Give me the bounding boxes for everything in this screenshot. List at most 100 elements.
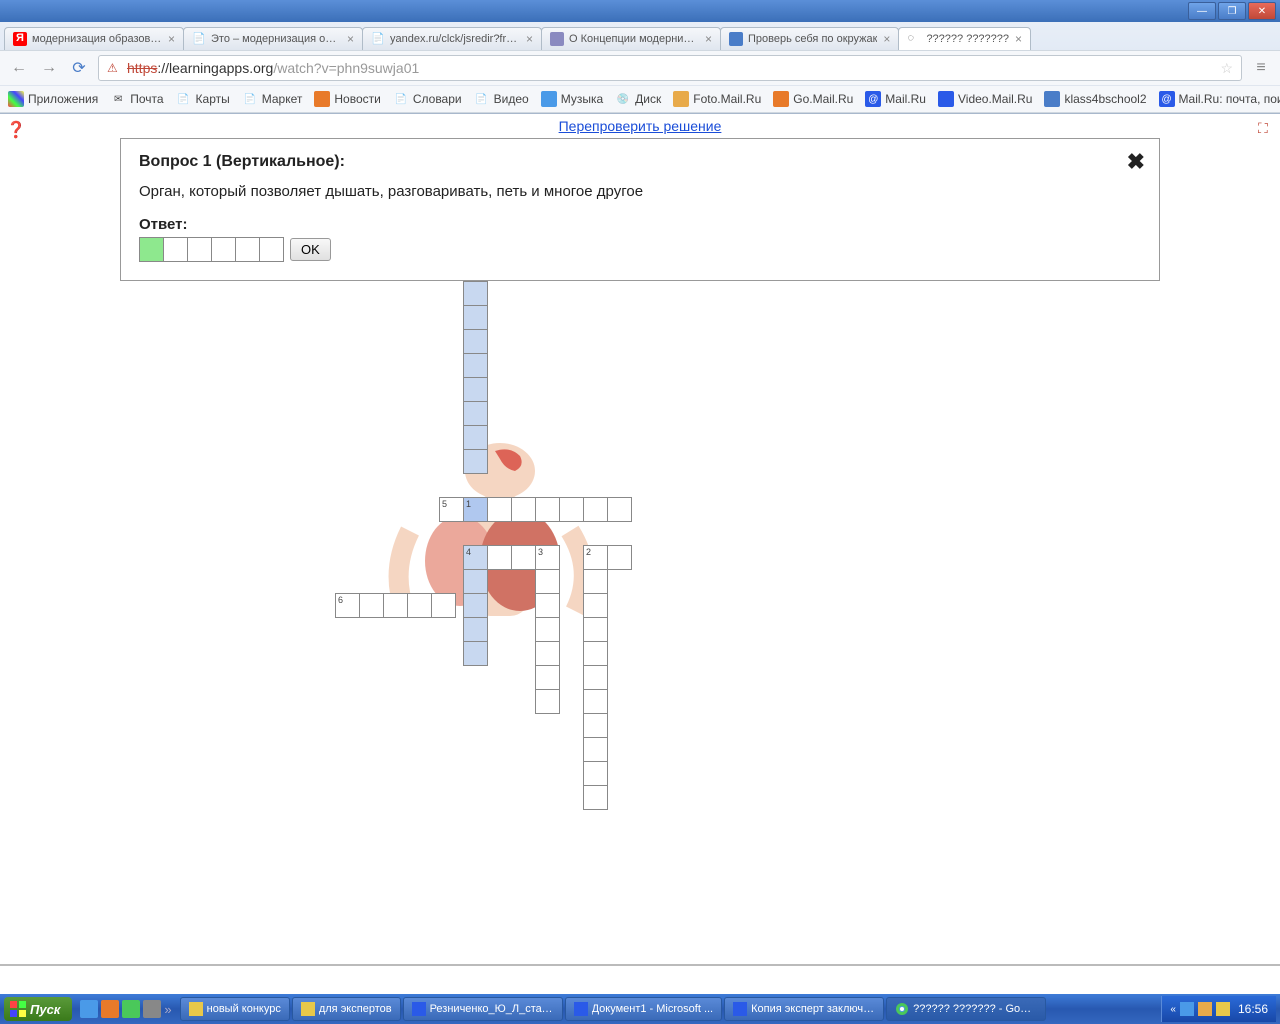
cw-cell[interactable]	[583, 713, 608, 738]
cw-cell[interactable]	[487, 545, 512, 570]
cw-cell[interactable]	[535, 689, 560, 714]
cw-cell[interactable]	[607, 497, 632, 522]
reload-button[interactable]: ⟳	[68, 57, 90, 79]
tab-5-active[interactable]: ◌?????? ???????×	[898, 27, 1031, 50]
cw-cell[interactable]	[463, 281, 488, 306]
cw-cell[interactable]	[535, 617, 560, 642]
bookmark-maps[interactable]: 📄Карты	[176, 91, 230, 107]
cw-cell[interactable]	[463, 449, 488, 474]
task-chrome-active[interactable]: ?????? ??????? - Goog...	[886, 997, 1046, 1021]
cw-cell[interactable]	[535, 665, 560, 690]
cw-cell[interactable]	[583, 785, 608, 810]
cw-cell[interactable]	[535, 641, 560, 666]
cw-cell[interactable]	[463, 641, 488, 666]
answer-cell-4[interactable]	[235, 237, 260, 262]
cw-cell[interactable]	[607, 545, 632, 570]
ql-app-icon[interactable]	[122, 1000, 140, 1018]
cw-cell[interactable]	[583, 593, 608, 618]
tab-0[interactable]: Ямодернизация образован×	[4, 27, 184, 50]
cw-cell[interactable]	[407, 593, 432, 618]
task-word-2[interactable]: Копия эксперт заключ....	[724, 997, 884, 1021]
cw-cell[interactable]	[583, 569, 608, 594]
cw-cell[interactable]	[463, 593, 488, 618]
cw-cell[interactable]	[487, 497, 512, 522]
tab-close-icon[interactable]: ×	[1015, 32, 1022, 46]
answer-cell-5[interactable]	[259, 237, 284, 262]
cw-cell[interactable]	[359, 593, 384, 618]
cw-cell[interactable]	[383, 593, 408, 618]
answer-cell-3[interactable]	[211, 237, 236, 262]
cw-cell-1[interactable]: 1	[463, 497, 488, 522]
help-icon[interactable]: ❓	[6, 120, 28, 142]
bookmark-star-icon[interactable]: ☆	[1220, 60, 1233, 77]
tray-clock[interactable]: 16:56	[1238, 1002, 1268, 1016]
tray-icon[interactable]	[1198, 1002, 1212, 1016]
start-button[interactable]: Пуск	[4, 997, 72, 1021]
minimize-button[interactable]: —	[1188, 2, 1216, 20]
cw-cell[interactable]	[583, 497, 608, 522]
ql-desktop-icon[interactable]	[143, 1000, 161, 1018]
task-folder-0[interactable]: новый конкурс	[180, 997, 290, 1021]
ql-ie-icon[interactable]	[80, 1000, 98, 1018]
ql-expand-icon[interactable]: »	[164, 1002, 171, 1017]
cw-cell[interactable]	[583, 617, 608, 642]
bookmark-go[interactable]: Go.Mail.Ru	[773, 91, 853, 107]
cw-cell-4[interactable]: 4	[463, 545, 488, 570]
tab-2[interactable]: 📄yandex.ru/clck/jsredir?from×	[362, 27, 542, 50]
cw-cell[interactable]	[535, 593, 560, 618]
question-close-button[interactable]: ✖	[1127, 149, 1145, 175]
cw-cell[interactable]	[463, 353, 488, 378]
cw-cell-6[interactable]: 6	[335, 593, 360, 618]
tab-close-icon[interactable]: ×	[883, 32, 890, 46]
cw-cell[interactable]	[535, 497, 560, 522]
tab-close-icon[interactable]: ×	[347, 32, 354, 46]
task-folder-1[interactable]: для экспертов	[292, 997, 401, 1021]
tab-close-icon[interactable]: ×	[168, 32, 175, 46]
cw-cell[interactable]	[463, 425, 488, 450]
cw-cell[interactable]	[463, 305, 488, 330]
cw-cell[interactable]	[583, 737, 608, 762]
cw-cell-2[interactable]: 2	[583, 545, 608, 570]
bookmark-news[interactable]: Новости	[314, 91, 380, 107]
cw-cell[interactable]	[583, 761, 608, 786]
tab-4[interactable]: Проверь себя по окружак×	[720, 27, 899, 50]
bookmark-mailru[interactable]: @Mail.Ru	[865, 91, 926, 107]
ql-firefox-icon[interactable]	[101, 1000, 119, 1018]
tray-icon[interactable]	[1216, 1002, 1230, 1016]
url-bar[interactable]: ⚠ https://learningapps.org/watch?v=phn9s…	[98, 55, 1242, 81]
bookmark-dict[interactable]: 📄Словари	[393, 91, 462, 107]
bookmark-mailrufull[interactable]: @Mail.Ru: почта, поиск...	[1159, 91, 1280, 107]
bookmark-videomail[interactable]: Video.Mail.Ru	[938, 91, 1032, 107]
bookmark-disk[interactable]: 💿Диск	[615, 91, 661, 107]
cw-cell[interactable]	[535, 569, 560, 594]
bookmark-klass[interactable]: klass4bschool2	[1044, 91, 1146, 107]
tray-expand-icon[interactable]: «	[1170, 1004, 1176, 1015]
cw-cell-3[interactable]: 3	[535, 545, 560, 570]
expand-icon[interactable]: ⛶	[1258, 120, 1274, 136]
menu-button[interactable]: ≡	[1250, 57, 1272, 79]
bookmark-foto[interactable]: Foto.Mail.Ru	[673, 91, 761, 107]
task-word-1[interactable]: Документ1 - Microsoft ...	[565, 997, 723, 1021]
recheck-link[interactable]: Перепроверить решение	[0, 114, 1280, 138]
tab-close-icon[interactable]: ×	[705, 32, 712, 46]
cw-cell[interactable]	[559, 497, 584, 522]
cw-cell[interactable]	[463, 329, 488, 354]
bookmark-market[interactable]: 📄Маркет	[242, 91, 303, 107]
answer-cell-1[interactable]	[163, 237, 188, 262]
tab-1[interactable]: 📄Это – модернизация обра×	[183, 27, 363, 50]
cw-cell[interactable]	[583, 689, 608, 714]
cw-cell[interactable]	[463, 377, 488, 402]
forward-button[interactable]: →	[38, 57, 60, 79]
bookmark-video[interactable]: 📄Видео	[474, 91, 529, 107]
cw-cell[interactable]	[511, 545, 536, 570]
tray-icon[interactable]	[1180, 1002, 1194, 1016]
tab-3[interactable]: О Концепции модернизац×	[541, 27, 721, 50]
ok-button[interactable]: OK	[290, 238, 331, 261]
back-button[interactable]: ←	[8, 57, 30, 79]
cw-cell[interactable]	[463, 617, 488, 642]
cw-cell[interactable]	[511, 497, 536, 522]
answer-cell-0[interactable]	[139, 237, 164, 262]
bookmark-mail[interactable]: ✉Почта	[110, 91, 163, 107]
bookmark-music[interactable]: Музыка	[541, 91, 603, 107]
cw-cell[interactable]	[583, 641, 608, 666]
